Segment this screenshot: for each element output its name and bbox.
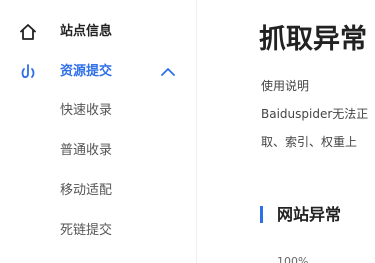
sidebar: 站点信息 资源提交 快速收录 普通收录 移动适配 死链提交 — [0, 0, 197, 263]
submenu-item-fast-index[interactable]: 快速收录 — [60, 102, 112, 120]
chart-axis-label: 100% — [277, 255, 309, 263]
description-line: 取、索引、权重上 — [261, 135, 358, 149]
section-accent-bar — [260, 206, 263, 223]
submenu-item-mobile-adapt[interactable]: 移动适配 — [60, 182, 112, 200]
sidebar-item-label: 站点信息 — [60, 24, 113, 39]
chevron-up-icon[interactable] — [159, 64, 177, 80]
submenu-item-normal-index[interactable]: 普通收录 — [60, 142, 112, 160]
main-content: 抓取异常 使用说明 Baiduspider无法正 取、索引、权重上 网站异常 1… — [197, 0, 375, 263]
sidebar-item-label: 资源提交 — [60, 64, 113, 79]
submenu-item-dead-link[interactable]: 死链提交 — [60, 222, 112, 240]
resource-submit-icon — [21, 64, 35, 78]
sidebar-item-site-info[interactable]: 站点信息 — [0, 17, 196, 47]
section-title: 网站异常 — [277, 205, 342, 224]
home-icon — [20, 24, 36, 40]
page-title: 抓取异常 — [259, 24, 367, 55]
usage-instructions-label: 使用说明 — [261, 79, 310, 93]
sidebar-item-resource-submit[interactable]: 资源提交 — [0, 57, 196, 87]
description-line: Baiduspider无法正 — [261, 107, 369, 121]
